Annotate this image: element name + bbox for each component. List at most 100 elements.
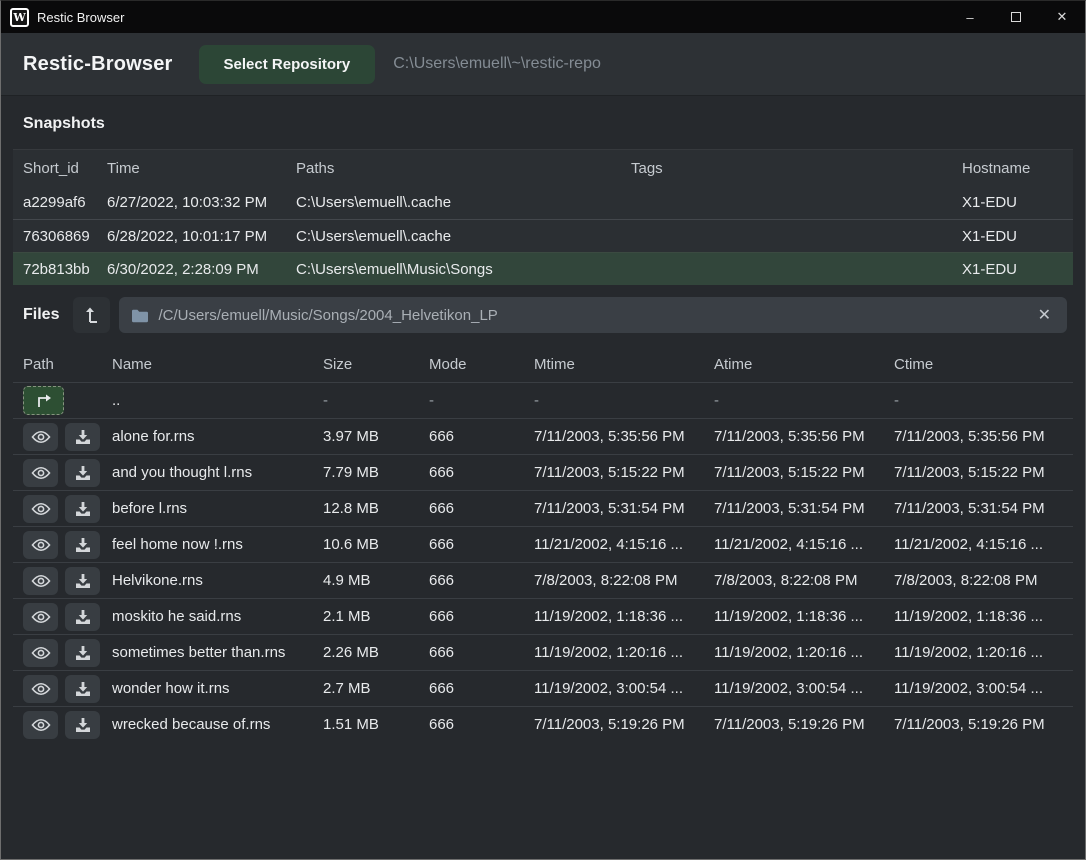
snapshot-row[interactable]: a2299af66/27/2022, 10:03:32 PMC:\Users\e…	[13, 186, 1073, 219]
file-row[interactable]: and you thought l.rns7.79 MB6667/11/2003…	[13, 454, 1073, 490]
col-path[interactable]: Path	[13, 356, 112, 373]
eye-icon	[31, 538, 51, 552]
file-row[interactable]: sometimes better than.rns2.26 MB66611/19…	[13, 634, 1073, 670]
col-time[interactable]: Time	[107, 160, 296, 177]
row-actions	[13, 495, 112, 523]
file-mode: 666	[429, 464, 534, 481]
file-row[interactable]: moskito he said.rns2.1 MB66611/19/2002, …	[13, 598, 1073, 634]
arrow-up-from-base-icon	[84, 306, 100, 324]
file-name: before l.rns	[112, 500, 323, 517]
snapshots-heading: Snapshots	[1, 96, 1085, 149]
snapshots-table: Short_id Time Paths Tags Hostname a2299a…	[13, 149, 1073, 285]
snapshot-hostname: X1-EDU	[962, 261, 1073, 278]
file-mode: 666	[429, 428, 534, 445]
download-file-button[interactable]	[65, 603, 100, 631]
preview-file-button[interactable]	[23, 459, 58, 487]
preview-file-button[interactable]	[23, 495, 58, 523]
col-mtime[interactable]: Mtime	[534, 356, 714, 373]
row-actions	[13, 675, 112, 703]
eye-icon	[31, 430, 51, 444]
preview-file-button[interactable]	[23, 603, 58, 631]
download-file-button[interactable]	[65, 423, 100, 451]
download-file-button[interactable]	[65, 711, 100, 739]
row-actions	[13, 459, 112, 487]
col-size[interactable]: Size	[323, 356, 429, 373]
file-atime: -	[714, 392, 894, 409]
file-size: 2.7 MB	[323, 680, 429, 697]
maximize-button[interactable]	[993, 1, 1039, 33]
app-title: Restic-Browser	[23, 53, 173, 76]
preview-file-button[interactable]	[23, 531, 58, 559]
col-paths[interactable]: Paths	[296, 160, 631, 177]
file-mode: 666	[429, 644, 534, 661]
file-row[interactable]: wonder how it.rns2.7 MB66611/19/2002, 3:…	[13, 670, 1073, 706]
current-path-bar[interactable]: /C/Users/emuell/Music/Songs/2004_Helveti…	[119, 297, 1067, 333]
file-name: moskito he said.rns	[112, 608, 323, 625]
download-file-button[interactable]	[65, 639, 100, 667]
preview-file-button[interactable]	[23, 711, 58, 739]
download-icon	[74, 645, 92, 661]
file-mtime: 7/11/2003, 5:31:54 PM	[534, 500, 714, 517]
download-file-button[interactable]	[65, 531, 100, 559]
snapshot-row[interactable]: 72b813bb6/30/2022, 2:28:09 PMC:\Users\em…	[13, 252, 1073, 285]
file-mtime: 11/19/2002, 1:20:16 ...	[534, 644, 714, 661]
col-atime[interactable]: Atime	[714, 356, 894, 373]
preview-file-button[interactable]	[23, 675, 58, 703]
row-actions	[13, 603, 112, 631]
file-name: alone for.rns	[112, 428, 323, 445]
go-up-arrow-icon	[35, 394, 53, 408]
row-actions	[13, 531, 112, 559]
col-tags[interactable]: Tags	[631, 160, 962, 177]
eye-icon	[31, 682, 51, 696]
download-icon	[74, 717, 92, 733]
file-mode: -	[429, 392, 534, 409]
maximize-icon	[1011, 12, 1021, 22]
snapshot-time: 6/30/2022, 2:28:09 PM	[107, 261, 296, 278]
file-name: sometimes better than.rns	[112, 644, 323, 661]
snapshot-row[interactable]: 763068696/28/2022, 10:01:17 PMC:\Users\e…	[13, 219, 1073, 252]
preview-file-button[interactable]	[23, 639, 58, 667]
preview-file-button[interactable]	[23, 567, 58, 595]
download-file-button[interactable]	[65, 459, 100, 487]
file-mtime: 11/21/2002, 4:15:16 ...	[534, 536, 714, 553]
file-atime: 11/19/2002, 1:18:36 ...	[714, 608, 894, 625]
current-path-text: /C/Users/emuell/Music/Songs/2004_Helveti…	[158, 307, 1024, 324]
download-icon	[74, 573, 92, 589]
close-button[interactable]: ✕	[1039, 1, 1085, 33]
file-atime: 11/19/2002, 1:20:16 ...	[714, 644, 894, 661]
file-mode: 666	[429, 572, 534, 589]
go-up-button[interactable]	[23, 386, 64, 415]
preview-file-button[interactable]	[23, 423, 58, 451]
parent-directory-button[interactable]	[73, 297, 110, 333]
select-repository-button[interactable]: Select Repository	[199, 45, 376, 84]
file-row[interactable]: feel home now !.rns10.6 MB66611/21/2002,…	[13, 526, 1073, 562]
app-window: W Restic Browser – ✕ Restic-Browser Sele…	[0, 0, 1086, 860]
snapshot-short-id: 76306869	[13, 228, 107, 245]
download-icon	[74, 609, 92, 625]
clear-path-button[interactable]: ✕	[1034, 305, 1055, 325]
col-short-id[interactable]: Short_id	[13, 160, 107, 177]
snapshot-time: 6/28/2022, 10:01:17 PM	[107, 228, 296, 245]
download-file-button[interactable]	[65, 675, 100, 703]
file-row[interactable]: Helvikone.rns4.9 MB6667/8/2003, 8:22:08 …	[13, 562, 1073, 598]
download-file-button[interactable]	[65, 495, 100, 523]
col-hostname[interactable]: Hostname	[962, 160, 1073, 177]
download-file-button[interactable]	[65, 567, 100, 595]
file-mtime: 7/11/2003, 5:15:22 PM	[534, 464, 714, 481]
parent-directory-row[interactable]: ..-----	[13, 382, 1073, 418]
snapshot-hostname: X1-EDU	[962, 228, 1073, 245]
download-icon	[74, 429, 92, 445]
file-row[interactable]: wrecked because of.rns1.51 MB6667/11/200…	[13, 706, 1073, 742]
app-header: Restic-Browser Select Repository C:\User…	[1, 33, 1085, 96]
eye-icon	[31, 502, 51, 516]
minimize-button[interactable]: –	[947, 1, 993, 33]
file-name: ..	[112, 392, 323, 409]
col-mode[interactable]: Mode	[429, 356, 534, 373]
col-name[interactable]: Name	[112, 356, 323, 373]
file-row[interactable]: alone for.rns3.97 MB6667/11/2003, 5:35:5…	[13, 418, 1073, 454]
col-ctime[interactable]: Ctime	[894, 356, 1073, 373]
snapshot-paths: C:\Users\emuell\.cache	[296, 228, 631, 245]
file-row[interactable]: before l.rns12.8 MB6667/11/2003, 5:31:54…	[13, 490, 1073, 526]
row-actions	[13, 423, 112, 451]
file-size: 4.9 MB	[323, 572, 429, 589]
